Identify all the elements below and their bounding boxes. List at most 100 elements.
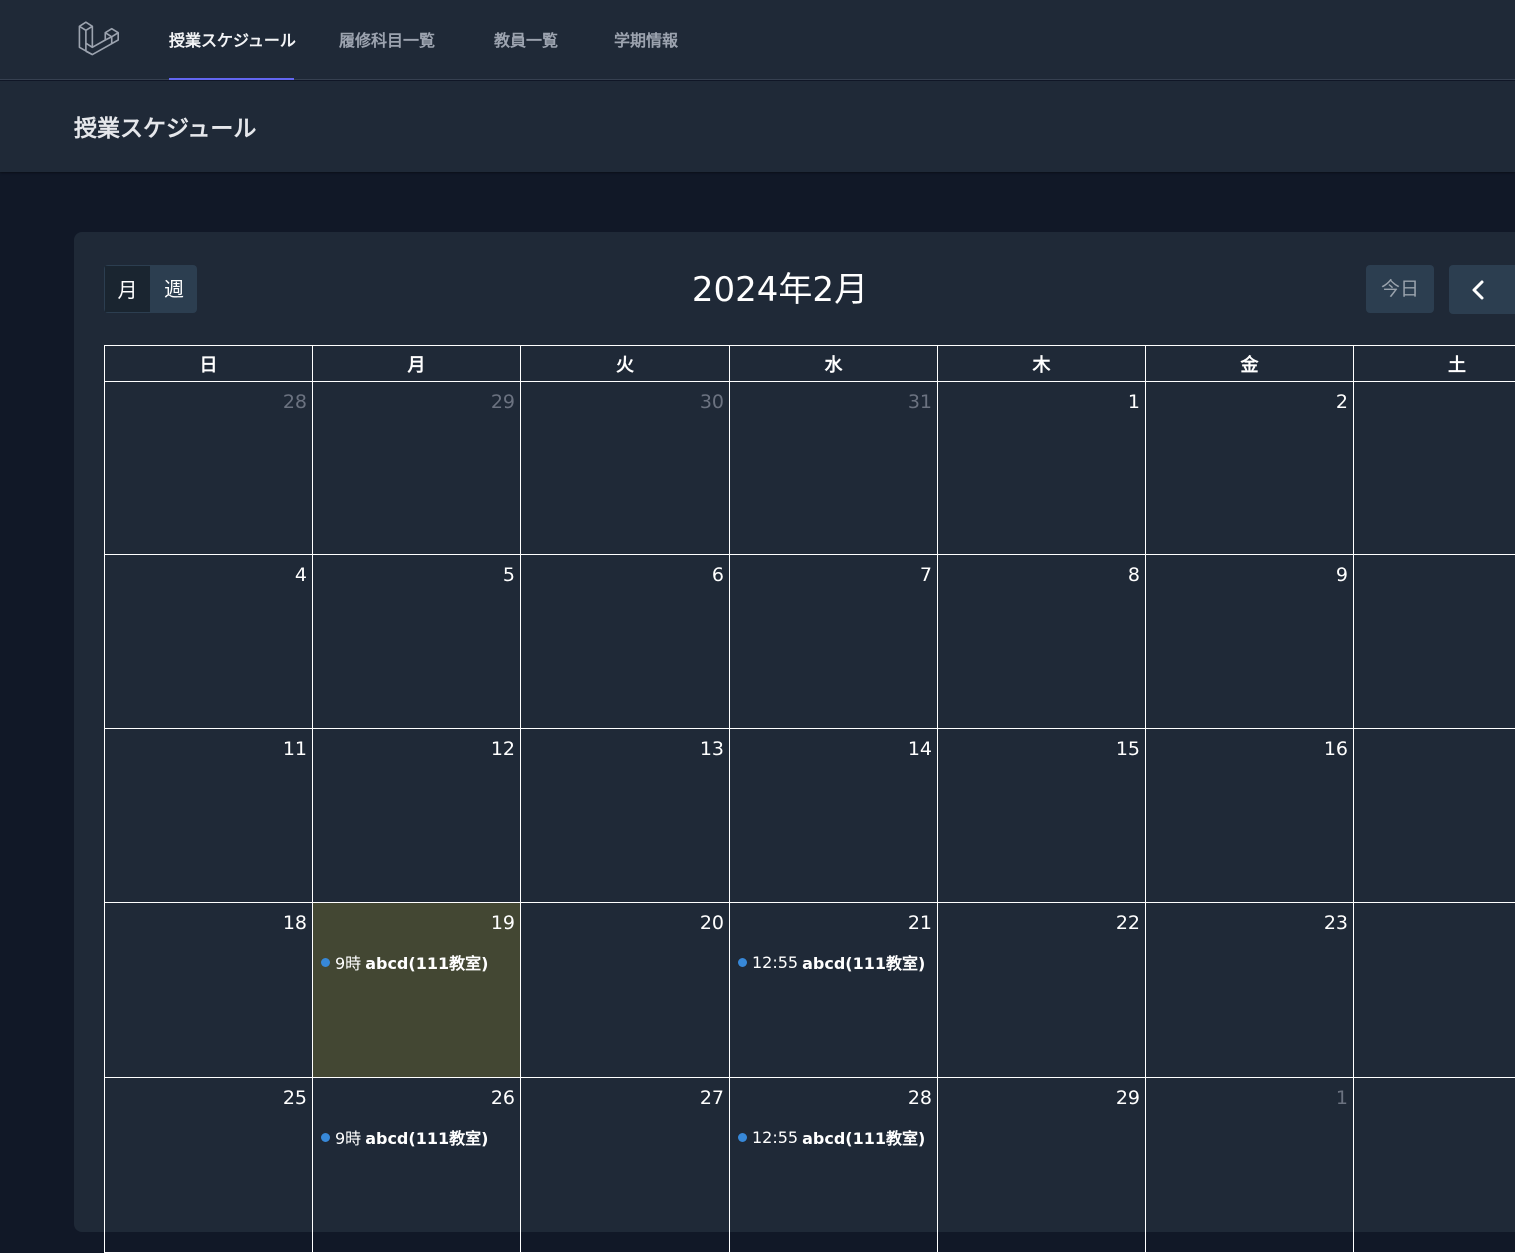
- calendar-event[interactable]: 9時abcd(111教室): [321, 1125, 488, 1149]
- view-toggle: 月 週: [104, 265, 197, 313]
- calendar-day-cell[interactable]: 5: [313, 555, 521, 729]
- day-number[interactable]: 2: [1336, 391, 1348, 413]
- calendar-day-cell[interactable]: 3: [1354, 382, 1515, 555]
- weekday-header: 火: [521, 346, 730, 382]
- calendar-day-cell[interactable]: 7: [730, 555, 938, 729]
- day-number[interactable]: 21: [908, 912, 932, 934]
- weekday-header: 金: [1146, 346, 1354, 382]
- weekday-header: 日: [105, 346, 313, 382]
- calendar-day-cell[interactable]: 29: [938, 1078, 1146, 1253]
- calendar-day-cell[interactable]: 28 12:55abcd(111教室): [730, 1078, 938, 1253]
- day-number[interactable]: 5: [503, 564, 515, 586]
- calendar-day-cell[interactable]: 30: [521, 382, 730, 555]
- day-number[interactable]: 8: [1128, 564, 1140, 586]
- calendar-day-cell[interactable]: 28: [105, 382, 313, 555]
- day-number[interactable]: 27: [700, 1087, 724, 1109]
- calendar-day-cell[interactable]: 29: [313, 382, 521, 555]
- day-number[interactable]: 6: [712, 564, 724, 586]
- week-view-button[interactable]: 週: [151, 265, 197, 313]
- day-number[interactable]: 4: [295, 564, 307, 586]
- day-number[interactable]: 18: [283, 912, 307, 934]
- calendar-day-cell[interactable]: 21 12:55abcd(111教室): [730, 903, 938, 1078]
- calendar-grid: 日月火水木金土 28293031123456789101112131415161…: [104, 345, 1515, 1253]
- day-number[interactable]: 1: [1336, 1087, 1348, 1109]
- nav-link-enrolled-courses[interactable]: 履修科目一覧: [339, 0, 435, 80]
- day-number[interactable]: 26: [491, 1087, 515, 1109]
- calendar-day-cell[interactable]: 2: [1354, 1078, 1515, 1253]
- page-title: 授業スケジュール: [74, 109, 256, 143]
- day-number[interactable]: 28: [283, 391, 307, 413]
- today-button[interactable]: 今日: [1366, 265, 1434, 313]
- calendar-day-cell[interactable]: 9: [1146, 555, 1354, 729]
- calendar-week-row: 11 12 13 14 15 16 17: [105, 729, 1515, 903]
- calendar-day-cell[interactable]: 12: [313, 729, 521, 903]
- calendar-title: 2024年2月: [480, 262, 1080, 311]
- calendar-week-row: 25269時abcd(111教室)272812:55abcd(111教室)291…: [105, 1078, 1515, 1253]
- laravel-logo-icon[interactable]: [77, 19, 119, 61]
- event-time: 9時: [335, 1125, 361, 1149]
- calendar-day-cell[interactable]: 31: [730, 382, 938, 555]
- day-number[interactable]: 9: [1336, 564, 1348, 586]
- nav-link-teachers[interactable]: 教員一覧: [494, 0, 558, 80]
- day-number[interactable]: 30: [700, 391, 724, 413]
- day-number[interactable]: 29: [491, 391, 515, 413]
- day-number[interactable]: 25: [283, 1087, 307, 1109]
- calendar-week-row: 18199時abcd(111教室)202112:55abcd(111教室)222…: [105, 903, 1515, 1078]
- calendar-day-cell[interactable]: 10: [1354, 555, 1515, 729]
- weekday-header: 土: [1354, 346, 1515, 382]
- calendar-day-cell[interactable]: 27: [521, 1078, 730, 1253]
- day-number[interactable]: 12: [491, 738, 515, 760]
- calendar-day-cell[interactable]: 23: [1146, 903, 1354, 1078]
- prev-month-button[interactable]: [1449, 265, 1515, 314]
- day-number[interactable]: 22: [1116, 912, 1140, 934]
- calendar-day-cell[interactable]: 4: [105, 555, 313, 729]
- calendar-event[interactable]: 12:55abcd(111教室): [738, 950, 925, 974]
- event-time: 12:55: [752, 1128, 798, 1147]
- event-title: abcd(111教室): [365, 1125, 488, 1149]
- calendar-day-cell[interactable]: 24: [1354, 903, 1515, 1078]
- event-dot-icon: [321, 1133, 330, 1142]
- calendar-week-row: 28 29 30 31 1 23: [105, 382, 1515, 555]
- calendar-day-cell[interactable]: 15: [938, 729, 1146, 903]
- day-number[interactable]: 14: [908, 738, 932, 760]
- calendar-day-cell[interactable]: 20: [521, 903, 730, 1078]
- calendar-day-cell[interactable]: 16: [1146, 729, 1354, 903]
- calendar-day-cell[interactable]: 13: [521, 729, 730, 903]
- calendar-day-cell[interactable]: 14: [730, 729, 938, 903]
- calendar-day-cell[interactable]: 6: [521, 555, 730, 729]
- month-view-button[interactable]: 月: [104, 265, 151, 313]
- day-number[interactable]: 31: [908, 391, 932, 413]
- calendar-event[interactable]: 9時abcd(111教室): [321, 950, 488, 974]
- calendar-day-cell-today[interactable]: 199時abcd(111教室): [313, 903, 521, 1078]
- day-number[interactable]: 28: [908, 1087, 932, 1109]
- event-dot-icon: [738, 958, 747, 967]
- calendar-day-cell[interactable]: 25: [105, 1078, 313, 1253]
- top-navbar: 授業スケジュール 履修科目一覧 教員一覧 学期情報: [0, 0, 1515, 80]
- calendar-day-cell[interactable]: 22: [938, 903, 1146, 1078]
- day-number[interactable]: 7: [920, 564, 932, 586]
- calendar-day-cell[interactable]: 11: [105, 729, 313, 903]
- calendar-day-cell[interactable]: 2: [1146, 382, 1354, 555]
- calendar-event[interactable]: 12:55abcd(111教室): [738, 1125, 925, 1149]
- day-number[interactable]: 19: [491, 912, 515, 934]
- event-title: abcd(111教室): [802, 950, 925, 974]
- day-number[interactable]: 29: [1116, 1087, 1140, 1109]
- calendar-day-cell[interactable]: 17: [1354, 729, 1515, 903]
- calendar-day-cell[interactable]: 18: [105, 903, 313, 1078]
- nav-link-class-schedule[interactable]: 授業スケジュール: [169, 0, 294, 80]
- day-number[interactable]: 15: [1116, 738, 1140, 760]
- day-number[interactable]: 1: [1128, 391, 1140, 413]
- weekday-header: 水: [730, 346, 938, 382]
- day-number[interactable]: 20: [700, 912, 724, 934]
- day-number[interactable]: 16: [1324, 738, 1348, 760]
- calendar-day-cell[interactable]: 269時abcd(111教室): [313, 1078, 521, 1253]
- calendar-day-cell[interactable]: 1: [938, 382, 1146, 555]
- nav-link-semester-info[interactable]: 学期情報: [614, 0, 678, 80]
- day-number[interactable]: 13: [700, 738, 724, 760]
- event-time: 9時: [335, 950, 361, 974]
- day-number[interactable]: 11: [283, 738, 307, 760]
- calendar-day-cell[interactable]: 8: [938, 555, 1146, 729]
- day-number[interactable]: 23: [1324, 912, 1348, 934]
- weekday-header: 木: [938, 346, 1146, 382]
- calendar-day-cell[interactable]: 1: [1146, 1078, 1354, 1253]
